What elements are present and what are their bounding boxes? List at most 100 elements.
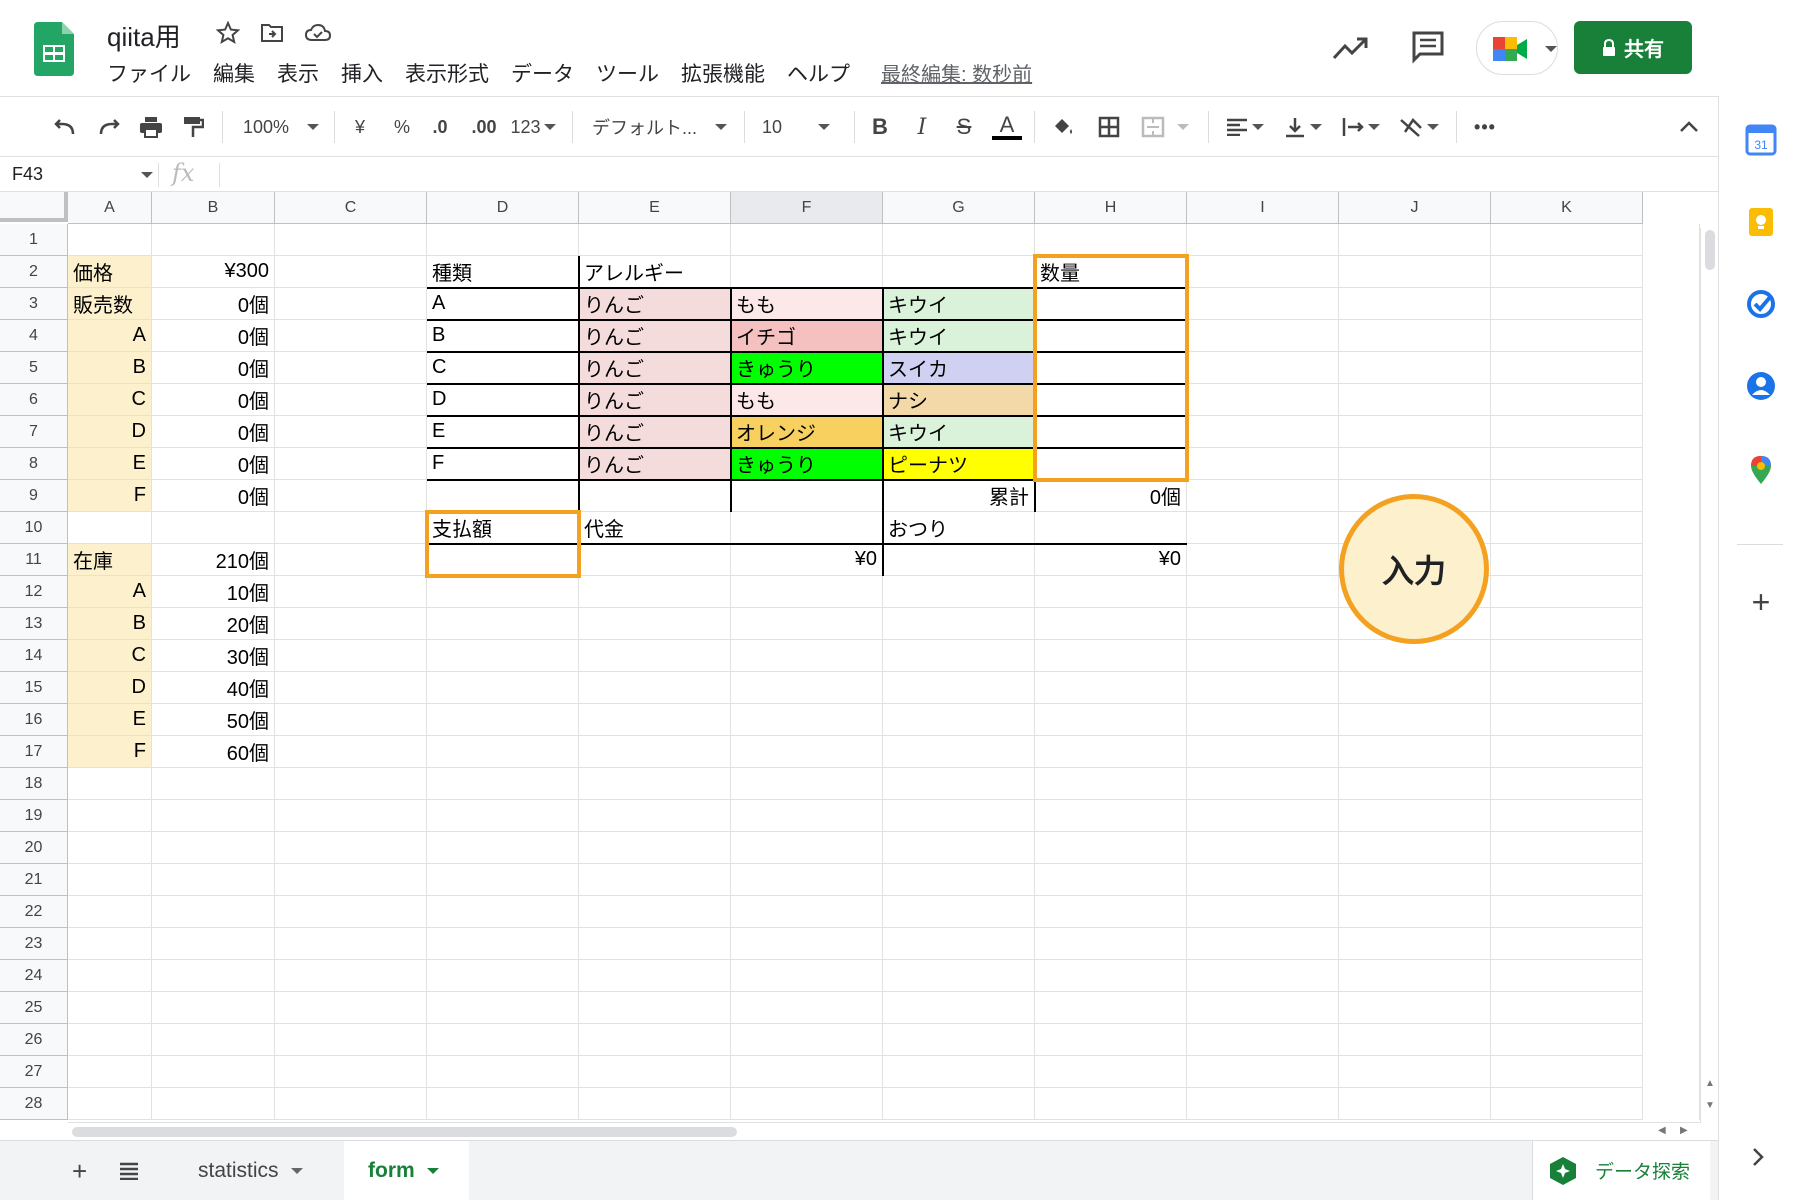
allergy-header[interactable]: アレルギー <box>579 256 1034 287</box>
row-header-18[interactable]: 18 <box>0 768 68 800</box>
row-header-16[interactable]: 16 <box>0 704 68 736</box>
allergen-1[interactable]: りんご <box>579 288 730 319</box>
order-type[interactable]: E <box>427 416 578 447</box>
cloud-status-icon[interactable] <box>303 18 333 48</box>
stock-type[interactable]: C <box>68 640 151 671</box>
sheets-logo-icon[interactable] <box>34 22 74 76</box>
italic-button[interactable]: I <box>910 111 934 143</box>
allergen-3[interactable]: キウイ <box>883 416 1034 447</box>
column-header-f[interactable]: F <box>731 192 883 224</box>
zoom-select[interactable]: 100% <box>236 111 326 143</box>
scroll-right-icon[interactable]: ▶ <box>1680 1125 1688 1136</box>
meet-button[interactable] <box>1476 21 1558 75</box>
menu-tools[interactable]: ツール <box>596 58 659 88</box>
allergen-3[interactable]: ナシ <box>883 384 1034 415</box>
horizontal-scroll-thumb[interactable] <box>72 1127 737 1137</box>
stock-label[interactable]: 在庫 <box>68 544 151 575</box>
maps-icon[interactable] <box>1745 454 1777 486</box>
allergen-2[interactable]: きゅうり <box>731 448 882 479</box>
sold-count[interactable]: 0個 <box>152 384 274 415</box>
percent-format-button[interactable]: % <box>390 111 414 143</box>
fill-color-icon[interactable] <box>1048 111 1078 143</box>
price-label[interactable]: 価格 <box>68 256 151 287</box>
sold-label[interactable]: 販売数 <box>68 288 151 319</box>
order-type[interactable]: F <box>427 448 578 479</box>
name-box-caret-icon[interactable] <box>141 172 153 178</box>
row-header-1[interactable]: 1 <box>0 224 68 256</box>
document-title[interactable]: qiita用 <box>107 17 181 54</box>
scroll-left-icon[interactable]: ◀ <box>1658 1125 1666 1136</box>
currency-format-button[interactable]: ¥ <box>348 111 372 143</box>
row-header-9[interactable]: 9 <box>0 480 68 512</box>
sold-type[interactable]: F <box>68 480 151 511</box>
select-all-corner[interactable] <box>0 192 68 222</box>
comment-icon[interactable] <box>1411 30 1445 64</box>
keep-icon[interactable] <box>1745 206 1777 238</box>
row-header-25[interactable]: 25 <box>0 992 68 1024</box>
stock-count[interactable]: 20個 <box>152 608 274 639</box>
row-header-23[interactable]: 23 <box>0 928 68 960</box>
column-header-d[interactable]: D <box>427 192 579 224</box>
row-header-17[interactable]: 17 <box>0 736 68 768</box>
stock-type[interactable]: E <box>68 704 151 735</box>
allergen-2[interactable]: きゅうり <box>731 352 882 383</box>
column-header-a[interactable]: A <box>68 192 152 224</box>
tasks-icon[interactable] <box>1745 288 1777 320</box>
column-header-j[interactable]: J <box>1339 192 1491 224</box>
calendar-icon[interactable]: 31 <box>1745 124 1777 156</box>
sold-type[interactable]: C <box>68 384 151 415</box>
sold-count[interactable]: 0個 <box>152 448 274 479</box>
formula-input[interactable] <box>230 164 1630 186</box>
column-header-h[interactable]: H <box>1035 192 1187 224</box>
change-value[interactable]: ¥0 <box>883 544 1186 575</box>
stock-type[interactable]: F <box>68 736 151 767</box>
activity-trend-icon[interactable] <box>1332 32 1368 64</box>
stock-count[interactable]: 10個 <box>152 576 274 607</box>
text-color-button[interactable]: A <box>990 111 1024 143</box>
row-header-4[interactable]: 4 <box>0 320 68 352</box>
total-value[interactable]: 0個 <box>1035 480 1186 511</box>
font-size-select[interactable]: 10 <box>762 111 844 143</box>
change-label[interactable]: おつり <box>883 512 1034 543</box>
stock-count[interactable]: 30個 <box>152 640 274 671</box>
vertical-scrollbar[interactable]: ▲ ▼ <box>1700 228 1718 1123</box>
row-header-19[interactable]: 19 <box>0 800 68 832</box>
row-header-15[interactable]: 15 <box>0 672 68 704</box>
menu-extensions[interactable]: 拡張機能 <box>681 58 765 88</box>
row-header-27[interactable]: 27 <box>0 1056 68 1088</box>
number-format-select[interactable]: 123 <box>508 111 558 143</box>
row-header-5[interactable]: 5 <box>0 352 68 384</box>
row-header-24[interactable]: 24 <box>0 960 68 992</box>
sold-type[interactable]: A <box>68 320 151 351</box>
order-type[interactable]: A <box>427 288 578 319</box>
stock-total[interactable]: 210個 <box>152 544 274 575</box>
allergen-3[interactable]: ピーナツ <box>883 448 1034 479</box>
menu-insert[interactable]: 挿入 <box>341 58 383 88</box>
stock-type[interactable]: D <box>68 672 151 703</box>
menu-data[interactable]: データ <box>511 58 574 88</box>
price-value[interactable]: ¥300 <box>152 256 274 287</box>
allergen-2[interactable]: もも <box>731 288 882 319</box>
sold-total[interactable]: 0個 <box>152 288 274 319</box>
allergen-1[interactable]: りんご <box>579 448 730 479</box>
undo-icon[interactable] <box>50 111 80 143</box>
strikethrough-button[interactable]: S <box>952 111 976 143</box>
all-sheets-icon[interactable] <box>118 1141 140 1201</box>
row-header-2[interactable]: 2 <box>0 256 68 288</box>
sold-count[interactable]: 0個 <box>152 320 274 351</box>
row-header-12[interactable]: 12 <box>0 576 68 608</box>
row-header-7[interactable]: 7 <box>0 416 68 448</box>
vertical-scroll-thumb[interactable] <box>1705 230 1715 270</box>
stock-type[interactable]: B <box>68 608 151 639</box>
allergen-2[interactable]: イチゴ <box>731 320 882 351</box>
expand-panel-icon[interactable] <box>1751 1146 1765 1168</box>
total-label[interactable]: 累計 <box>883 480 1034 511</box>
sheet-tab-caret-icon[interactable] <box>290 1168 303 1174</box>
allergen-2[interactable]: もも <box>731 384 882 415</box>
horizontal-align-icon[interactable] <box>1222 111 1268 143</box>
menu-file[interactable]: ファイル <box>107 58 191 88</box>
row-header-14[interactable]: 14 <box>0 640 68 672</box>
allergen-2[interactable]: オレンジ <box>731 416 882 447</box>
increase-decimal-button[interactable]: .00 <box>468 111 500 143</box>
horizontal-scrollbar[interactable]: ◀ ▶ <box>68 1122 1700 1140</box>
